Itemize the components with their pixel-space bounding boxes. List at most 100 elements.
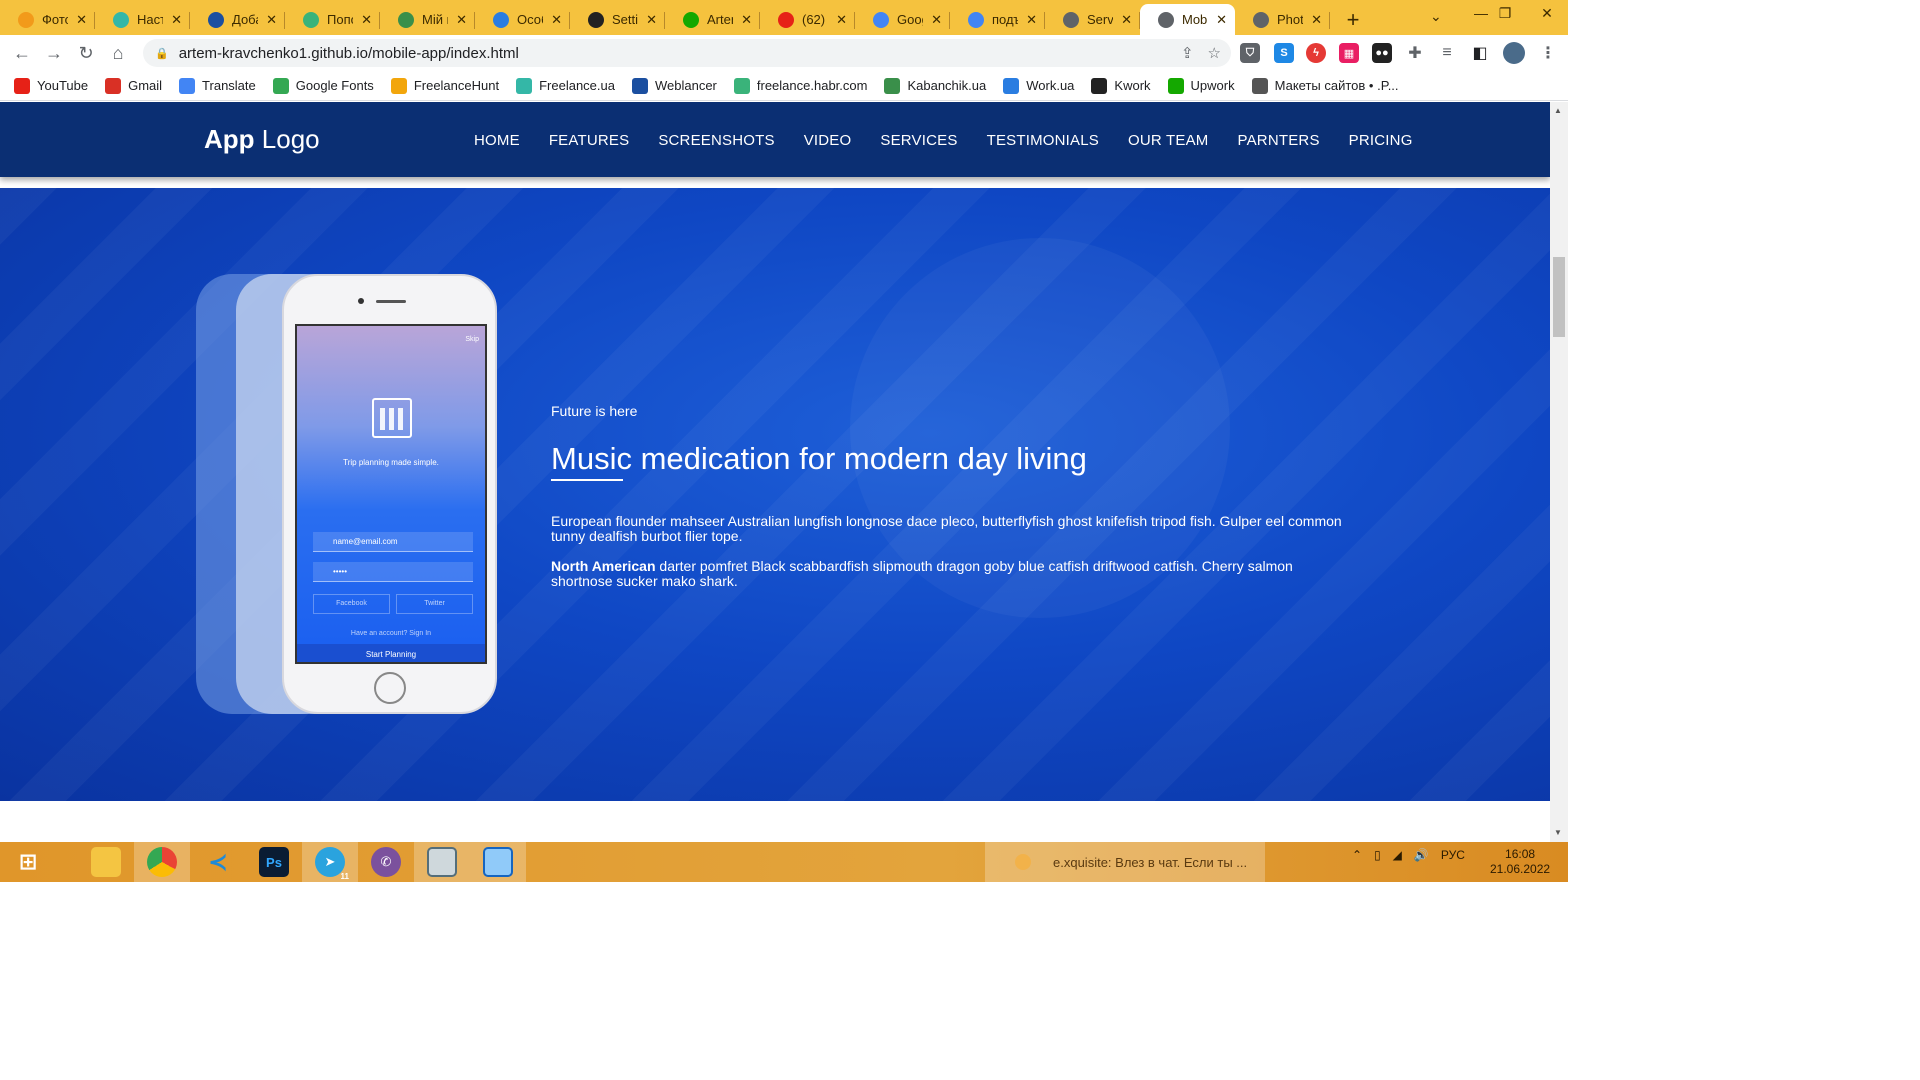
lightning-extension-icon[interactable]: ϟ	[1306, 43, 1326, 63]
nav-item-our-team[interactable]: OUR TEAM	[1128, 132, 1209, 149]
shield-extension-icon[interactable]: ⛉	[1240, 43, 1260, 63]
tab-close-icon[interactable]: ✕	[76, 12, 87, 28]
tab-close-icon[interactable]: ✕	[266, 12, 277, 28]
taskbar-chrome[interactable]	[134, 842, 190, 882]
browser-tab[interactable]: Photo ✕	[1235, 4, 1330, 35]
bookmark-item[interactable]: Upwork	[1167, 77, 1244, 94]
taskbar-telegram[interactable]: ➤ 11	[302, 842, 358, 882]
tab-close-icon[interactable]: ✕	[361, 12, 372, 28]
browser-tab[interactable]: Settin ✕	[570, 4, 665, 35]
tab-close-icon[interactable]: ✕	[1026, 12, 1037, 28]
bookmark-item[interactable]: Freelance.ua	[516, 77, 624, 94]
tab-close-icon[interactable]: ✕	[551, 12, 562, 28]
browser-tab[interactable]: (62) (✕	[760, 4, 855, 35]
share-icon[interactable]: ⇪	[1181, 44, 1194, 62]
browser-tab[interactable]: Настр ✕	[95, 4, 190, 35]
tab-label: Особ	[517, 12, 543, 27]
taskbar-file-explorer[interactable]	[78, 842, 134, 882]
back-button[interactable]: ←	[6, 37, 38, 69]
browser-tab[interactable]: Arten ✕	[665, 4, 760, 35]
bookmark-item[interactable]: freelance.habr.com	[733, 77, 877, 94]
bookmark-item[interactable]: Kabanchik.ua	[884, 77, 995, 94]
bookmark-item[interactable]: Макеты сайтов • .P...	[1251, 77, 1408, 94]
grid-extension-icon[interactable]: ▦	[1339, 43, 1359, 63]
bookmark-item[interactable]: Gmail	[105, 77, 171, 94]
freelance-icon	[516, 77, 533, 94]
tab-close-icon[interactable]: ✕	[1121, 12, 1132, 28]
browser-tab[interactable]: Мій г ✕	[380, 4, 475, 35]
nav-item-video[interactable]: VIDEO	[804, 132, 852, 149]
scroll-down-arrow-icon[interactable]: ▼	[1554, 828, 1562, 837]
browser-tab[interactable]: Mobi ✕	[1140, 4, 1235, 35]
tab-label: Попо	[327, 12, 353, 27]
phone-email-field: name@email.com	[313, 532, 473, 552]
bookmark-item[interactable]: FreelanceHunt	[390, 77, 508, 94]
nav-item-home[interactable]: HOME	[474, 132, 520, 149]
taskbar-vscode[interactable]: ≺	[190, 842, 246, 882]
tab-close-icon[interactable]: ✕	[646, 12, 657, 28]
nav-item-screenshots[interactable]: SCREENSHOTS	[658, 132, 774, 149]
site-menu: HOME FEATURES SCREENSHOTS VIDEO SERVICES TEST…	[474, 132, 1413, 149]
tab-close-icon[interactable]: ✕	[836, 12, 847, 28]
address-bar[interactable]: 🔒 artem-kravchenko1.github.io/mobile-app…	[143, 39, 1231, 67]
nav-item-features[interactable]: FEATURES	[549, 132, 630, 149]
tab-close-icon[interactable]: ✕	[1216, 12, 1227, 28]
maximize-button[interactable]: ❐	[1482, 0, 1528, 26]
tab-close-icon[interactable]: ✕	[931, 12, 942, 28]
tab-close-icon[interactable]: ✕	[456, 12, 467, 28]
side-panel-icon[interactable]: ◧	[1470, 43, 1490, 63]
bookmark-star-icon[interactable]: ☆	[1208, 44, 1221, 62]
browser-tab[interactable]: Попо ✕	[285, 4, 380, 35]
nav-item-parnters[interactable]: PARNTERS	[1238, 132, 1320, 149]
browser-tab[interactable]: Фото ✕	[0, 4, 95, 35]
workua-icon	[493, 11, 509, 28]
taskbar-viber[interactable]: ✆	[358, 842, 414, 882]
home-button[interactable]: ⌂	[102, 37, 134, 69]
s-extension-icon[interactable]: S	[1274, 43, 1294, 63]
scrollbar-thumb[interactable]	[1553, 257, 1565, 337]
bookmark-item[interactable]: Translate	[179, 77, 265, 94]
bookmark-item[interactable]: Google Fonts	[272, 77, 383, 94]
browser-tab[interactable]: Serve ✕	[1045, 4, 1140, 35]
profile-avatar[interactable]	[1503, 42, 1525, 64]
scroll-up-arrow-icon[interactable]: ▲	[1554, 106, 1562, 115]
bookmark-item[interactable]: Work.ua	[1003, 77, 1083, 94]
browser-tab[interactable]: Особ ✕	[475, 4, 570, 35]
nav-item-services[interactable]: SERVICES	[880, 132, 957, 149]
nav-item-pricing[interactable]: PRICING	[1349, 132, 1413, 149]
taskbar-photoshop[interactable]: Ps	[246, 842, 302, 882]
network-icon[interactable]: ◢	[1393, 848, 1402, 862]
tray-chevron-up-icon[interactable]: ⌃	[1352, 848, 1362, 862]
browser-tab[interactable]: Доба ✕	[190, 4, 285, 35]
taskbar-control-panel[interactable]	[470, 842, 526, 882]
more-menu-icon[interactable]: ⋮	[1538, 43, 1558, 63]
tab-search-chevron-icon[interactable]: ⌄	[1430, 8, 1442, 25]
browser-tab[interactable]: Goog ✕	[855, 4, 950, 35]
taskbar-window-app[interactable]	[414, 842, 470, 882]
puzzle-extensions-icon[interactable]: ✚	[1405, 43, 1425, 63]
forward-button[interactable]: →	[38, 37, 70, 69]
bookmark-item[interactable]: Kwork	[1091, 77, 1159, 94]
start-button[interactable]: ⊞	[0, 842, 56, 882]
tab-label: подъ	[992, 12, 1019, 27]
battery-icon[interactable]: ▯	[1374, 848, 1381, 862]
globe-icon	[1253, 11, 1269, 28]
nav-item-testimonials[interactable]: TESTIMONIALS	[987, 132, 1099, 149]
bookmark-item[interactable]: Weblancer	[631, 77, 726, 94]
app-logo[interactable]: App Logo	[204, 124, 320, 155]
tab-close-icon[interactable]: ✕	[1311, 12, 1322, 28]
browser-tab[interactable]: подъ ✕	[950, 4, 1045, 35]
volume-icon[interactable]: 🔊	[1414, 848, 1429, 862]
tab-close-icon[interactable]: ✕	[171, 12, 182, 28]
taskbar-clock[interactable]: 16:08 21.06.2022	[1490, 847, 1550, 877]
chat-notification[interactable]: e.xquisite: Влез в чат. Если ты ...	[985, 842, 1265, 882]
bookmark-item[interactable]: YouTube	[14, 77, 97, 94]
tampermonkey-extension-icon[interactable]: ●●	[1372, 43, 1392, 63]
page-scrollbar[interactable]: ▲ ▼	[1550, 102, 1568, 842]
close-window-button[interactable]: ✕	[1524, 0, 1570, 26]
reload-button[interactable]: ↻	[70, 37, 102, 69]
new-tab-button[interactable]: +	[1338, 4, 1368, 35]
language-indicator[interactable]: РУС	[1441, 848, 1465, 862]
tab-close-icon[interactable]: ✕	[741, 12, 752, 28]
reading-list-icon[interactable]: ≡	[1437, 43, 1457, 63]
